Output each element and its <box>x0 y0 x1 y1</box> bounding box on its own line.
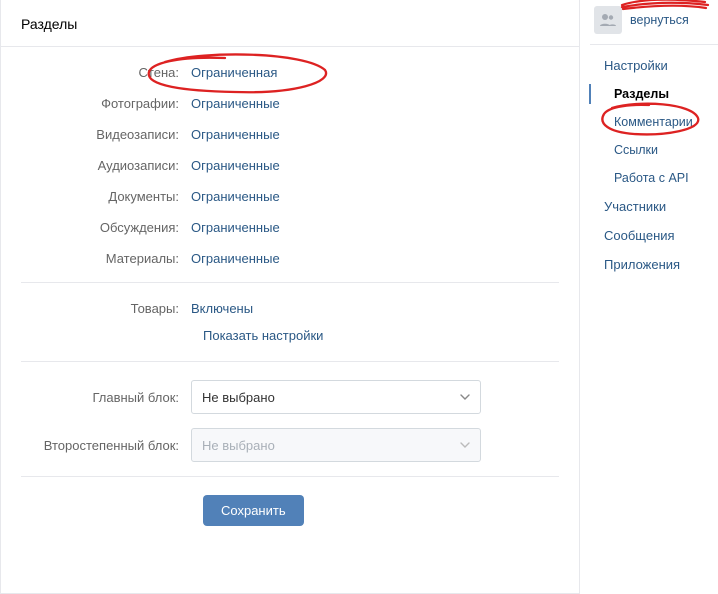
section-label: Обсуждения: <box>21 220 191 235</box>
section-label: Фотографии: <box>21 96 191 111</box>
goods-value[interactable]: Включены <box>191 301 253 316</box>
sidebar-nav: Настройки Разделы Комментарии Ссылки Раб… <box>590 44 718 279</box>
secondary-block-row: Второстепенный блок: Не выбрано <box>21 428 559 462</box>
save-button[interactable]: Сохранить <box>203 495 304 526</box>
back-link[interactable]: вернуться <box>630 13 689 27</box>
goods-label: Товары: <box>21 301 191 316</box>
main-block-label: Главный блок: <box>21 390 191 405</box>
nav-settings[interactable]: Настройки <box>590 51 718 80</box>
section-row-materials: Материалы: Ограниченные <box>21 251 559 266</box>
divider <box>21 476 559 477</box>
select-value: Не выбрано <box>202 390 275 405</box>
nav-links[interactable]: Ссылки <box>590 136 718 164</box>
page-title: Разделы <box>1 0 579 47</box>
section-row-audio: Аудиозаписи: Ограниченные <box>21 158 559 173</box>
back-block[interactable]: вернуться <box>590 0 718 44</box>
section-row-docs: Документы: Ограниченные <box>21 189 559 204</box>
section-label: Материалы: <box>21 251 191 266</box>
section-value-discuss[interactable]: Ограниченные <box>191 220 280 235</box>
select-value: Не выбрано <box>202 438 275 453</box>
goods-row: Товары: Включены <box>21 301 559 316</box>
secondary-block-label: Второстепенный блок: <box>21 438 191 453</box>
nav-apps[interactable]: Приложения <box>590 250 718 279</box>
section-label: Стена: <box>21 65 191 80</box>
section-value-wall[interactable]: Ограниченная <box>191 65 277 80</box>
nav-members[interactable]: Участники <box>590 192 718 221</box>
sidebar: вернуться Настройки Разделы Комментарии … <box>580 0 718 594</box>
section-row-photos: Фотографии: Ограниченные <box>21 96 559 111</box>
secondary-block-select: Не выбрано <box>191 428 481 462</box>
save-row: Сохранить <box>203 495 559 526</box>
divider <box>21 361 559 362</box>
section-row-videos: Видеозаписи: Ограниченные <box>21 127 559 142</box>
show-settings-link[interactable]: Показать настройки <box>203 328 559 343</box>
nav-messages[interactable]: Сообщения <box>590 221 718 250</box>
section-row-wall: Стена: Ограниченная <box>21 65 559 80</box>
annotation-scribble-icon <box>620 0 710 14</box>
section-label: Аудиозаписи: <box>21 158 191 173</box>
section-value-materials[interactable]: Ограниченные <box>191 251 280 266</box>
nav-sections[interactable]: Разделы <box>590 80 718 108</box>
section-row-discuss: Обсуждения: Ограниченные <box>21 220 559 235</box>
nav-api[interactable]: Работа с API <box>590 164 718 192</box>
group-icon <box>594 6 622 34</box>
section-label: Видеозаписи: <box>21 127 191 142</box>
nav-comments[interactable]: Комментарии <box>590 108 718 136</box>
section-value-audio[interactable]: Ограниченные <box>191 158 280 173</box>
section-value-docs[interactable]: Ограниченные <box>191 189 280 204</box>
section-value-videos[interactable]: Ограниченные <box>191 127 280 142</box>
section-value-photos[interactable]: Ограниченные <box>191 96 280 111</box>
form-block: Стена: Ограниченная Фотографии: Ограниче… <box>1 47 579 526</box>
main-block-row: Главный блок: Не выбрано <box>21 380 559 414</box>
chevron-down-icon <box>460 442 470 448</box>
main-panel: Разделы Стена: Ограниченная Фотографии: … <box>0 0 580 594</box>
main-block-select[interactable]: Не выбрано <box>191 380 481 414</box>
section-label: Документы: <box>21 189 191 204</box>
chevron-down-icon <box>460 394 470 400</box>
divider <box>21 282 559 283</box>
